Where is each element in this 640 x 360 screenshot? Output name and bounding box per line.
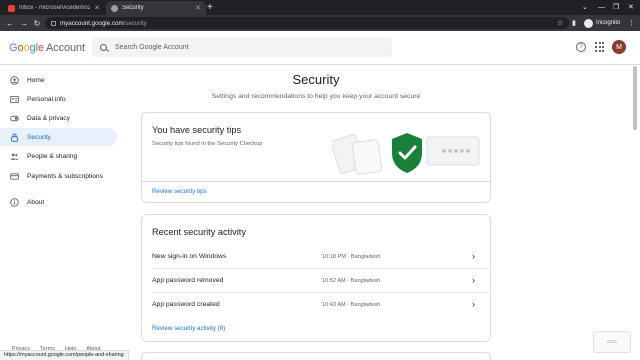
url-text: myaccount.google.com/security [60, 19, 147, 27]
search-icon [100, 43, 107, 51]
back-button[interactable]: ← [4, 15, 16, 31]
security-tips-card: You have security tips Security tips fou… [141, 112, 491, 203]
browser-tabstrip: Inbox - microservicedemo27@g ✕ Security … [0, 0, 640, 15]
sidebar-item-label: People & sharing [27, 152, 78, 160]
reload-button[interactable]: ↻ [31, 15, 43, 31]
page-header: Google Account Search Google Account ? M [0, 31, 640, 65]
recent-activity-card: Recent security activity New sign-in on … [141, 214, 491, 342]
bookmark-star-icon[interactable]: ☆ [557, 15, 563, 31]
page-subtitle: Settings and recommendations to help you… [211, 93, 421, 100]
page-title: Security [292, 72, 340, 87]
apps-grid-icon[interactable] [595, 42, 605, 52]
status-bar-url: https://myaccount.google.com/people-and-… [0, 350, 129, 360]
chevron-down-icon[interactable]: ⌄ [582, 1, 588, 14]
id-card-icon [10, 95, 19, 103]
tips-card-desc: Security tips found in the Security Chec… [152, 141, 263, 147]
activity-event: App password removed [152, 277, 224, 284]
activity-row[interactable]: App password removed 10:52 AM · Banglade… [142, 269, 490, 293]
tab-title: Security [122, 5, 144, 11]
security-shield-illustration [332, 133, 480, 175]
sidebar-item-about[interactable]: About [0, 193, 117, 211]
sidebar-item-label: Data & privacy [27, 114, 70, 122]
activity-event: App password created [152, 301, 220, 308]
next-card [141, 352, 491, 360]
review-security-tips-link[interactable]: Review security tips [152, 188, 207, 195]
lock-icon [51, 20, 56, 26]
sidebar-item-data-privacy[interactable]: Data & privacy [0, 109, 117, 127]
chevron-right-icon: › [472, 275, 475, 285]
people-icon [10, 153, 19, 160]
google-account-favicon-icon [111, 4, 118, 12]
activity-row[interactable]: New sign-in on Windows 10:18 PM · Bangla… [142, 245, 490, 269]
search-input[interactable]: Search Google Account [92, 37, 392, 57]
sidebar-item-security[interactable]: Security [0, 128, 117, 146]
chevron-right-icon: › [472, 299, 475, 309]
help-icon[interactable]: ? [576, 42, 586, 52]
sidebar-item-label: Personal info [27, 95, 66, 103]
activity-time: 10:43 AM · Bangladesh [322, 302, 381, 308]
search-placeholder: Search Google Account [115, 43, 189, 51]
activity-time: 10:18 PM · Bangladesh [322, 254, 381, 260]
card-divider [142, 181, 490, 182]
sidebar-item-label: About [27, 198, 45, 206]
gmail-icon [8, 4, 15, 12]
chevron-right-icon: › [472, 251, 475, 261]
activity-card-title: Recent security activity [152, 227, 246, 237]
address-bar[interactable]: myaccount.google.com/security [45, 17, 569, 29]
incognito-icon [584, 18, 593, 28]
sidebar-item-payments[interactable]: Payments & subscriptions [0, 167, 117, 185]
sidebar-item-label: Security [27, 133, 51, 141]
activity-row[interactable]: App password created 10:43 AM · Banglade… [142, 293, 490, 317]
info-icon [10, 197, 19, 207]
page-scrollbar[interactable] [633, 66, 637, 130]
tab-inbox[interactable]: Inbox - microservicedemo27@g ✕ [3, 1, 105, 15]
account-circle-icon [10, 75, 19, 85]
toggle-icon [10, 115, 19, 121]
review-security-activity-link[interactable]: Review security activity (8) [152, 325, 225, 332]
tab-title: Inbox - microservicedemo27@g [19, 5, 91, 11]
sidebar-item-home[interactable]: Home [0, 71, 117, 89]
sidebar-item-personal-info[interactable]: Personal info [0, 90, 117, 108]
close-tab-icon[interactable]: ✕ [94, 4, 100, 12]
tips-card-title: You have security tips [152, 125, 242, 135]
incognito-badge[interactable]: Incognito [584, 17, 620, 29]
close-tab-icon[interactable]: ✕ [195, 4, 201, 12]
sidebar-item-label: Home [27, 76, 45, 84]
credit-card-icon [10, 172, 19, 180]
new-tab-button[interactable]: + [207, 1, 213, 15]
avatar[interactable]: M [612, 40, 626, 54]
watermark-icon: ▭▭ [593, 331, 631, 353]
activity-event: New sign-in on Windows [152, 253, 227, 260]
browser-menu-icon[interactable]: ⋮ [628, 15, 635, 31]
side-panel-icon[interactable]: ▮ [572, 15, 576, 31]
incognito-label: Incognito [596, 20, 621, 26]
forward-button[interactable]: → [18, 15, 30, 31]
google-account-logo[interactable]: Google Account [9, 42, 85, 54]
sidebar-item-label: Payments & subscriptions [27, 172, 103, 180]
sidebar-item-people-sharing[interactable]: People & sharing [0, 147, 117, 165]
activity-time: 10:52 AM · Bangladesh [322, 278, 381, 284]
close-window-icon[interactable]: ✕ [628, 1, 634, 14]
lock-icon [11, 133, 18, 142]
maximize-icon[interactable]: ❐ [613, 1, 619, 14]
tab-security[interactable]: Security ✕ [106, 1, 206, 15]
minimize-icon[interactable]: — [598, 1, 605, 14]
